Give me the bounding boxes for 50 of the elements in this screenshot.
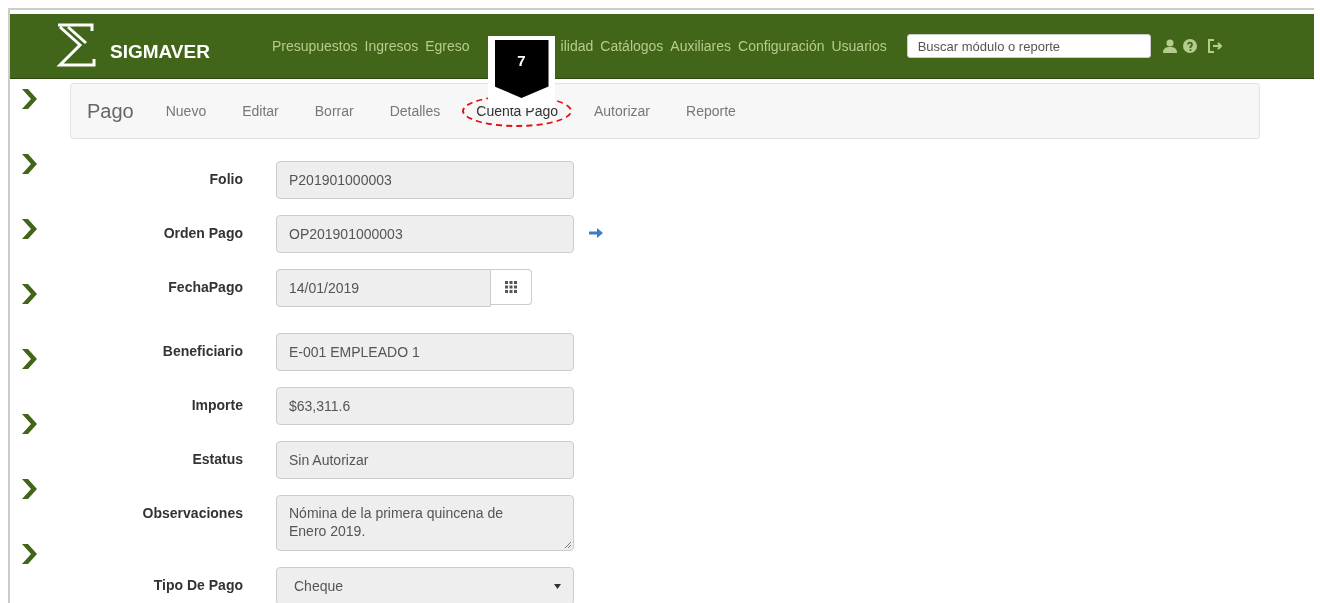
- input-field[interactable]: E-001 EMPLEADO 1: [276, 333, 574, 371]
- field-label: Tipo De Pago: [152, 576, 243, 593]
- user-icon[interactable]: [1162, 39, 1177, 53]
- chevron-right-icon[interactable]: [20, 414, 38, 434]
- chevron-right-icon[interactable]: [20, 89, 38, 109]
- toolbar-link[interactable]: Nuevo: [151, 95, 221, 127]
- input-field[interactable]: P201901000003: [276, 161, 574, 199]
- chevron-right-icon[interactable]: [20, 219, 38, 239]
- field-label: Importe: [190, 396, 243, 413]
- logout-icon[interactable]: [1206, 39, 1222, 53]
- resize-handle-icon: [564, 541, 571, 548]
- help-icon[interactable]: [1182, 39, 1197, 53]
- nav-link[interactable]: Egreso: [425, 38, 470, 54]
- input-field[interactable]: $63,311.6: [276, 387, 574, 425]
- field-label: FechaPago: [167, 278, 243, 295]
- field-label: Orden Pago: [162, 224, 243, 241]
- toolbar-link[interactable]: Autorizar: [580, 95, 665, 127]
- toolbar-link[interactable]: Reporte: [672, 95, 750, 127]
- chevron-right-icon[interactable]: [20, 154, 38, 174]
- nav-link[interactable]: Configuración: [738, 38, 825, 54]
- nav-link[interactable]: Auxiliares: [670, 38, 732, 54]
- field-label: Folio: [208, 170, 243, 187]
- toolbar-link[interactable]: Borrar: [300, 95, 368, 127]
- nav-link[interactable]: Catálogos: [600, 38, 664, 54]
- input-field[interactable]: Sin Autorizar: [276, 441, 574, 479]
- calendar-button[interactable]: [491, 269, 532, 305]
- toolbar-link[interactable]: Editar: [228, 95, 293, 127]
- chevron-right-icon[interactable]: [20, 544, 38, 564]
- nav-link[interactable]: ilidad: [560, 38, 594, 54]
- step-number: 7: [494, 40, 549, 98]
- input-field[interactable]: OP201901000003: [276, 215, 574, 253]
- field-label: Beneficiario: [161, 342, 243, 359]
- chevron-right-icon[interactable]: [20, 479, 38, 499]
- arrow-right-icon[interactable]: [589, 228, 603, 238]
- field-label: Observaciones: [141, 504, 243, 521]
- nav-link[interactable]: Ingresos: [364, 38, 419, 54]
- textarea-field[interactable]: Nómina de la primera quincena de Enero 2019.: [276, 495, 574, 551]
- nav-link[interactable]: Usuarios: [831, 38, 887, 54]
- date-field[interactable]: 14/01/2019: [276, 269, 491, 307]
- caret-icon: [554, 583, 561, 589]
- chevron-right-icon[interactable]: [20, 284, 38, 304]
- field-label: Estatus: [191, 450, 243, 467]
- nav-link[interactable]: Presupuestos: [271, 38, 358, 54]
- grid-icon: [505, 281, 517, 293]
- page-title: Pago: [87, 99, 134, 123]
- search-field[interactable]: Buscar módulo o reporte: [906, 34, 1151, 58]
- select-field[interactable]: Cheque: [276, 567, 574, 603]
- toolbar-link[interactable]: Detalles: [375, 95, 455, 127]
- brand-name: SIGMAVER: [110, 41, 210, 63]
- chevron-right-icon[interactable]: [20, 349, 38, 369]
